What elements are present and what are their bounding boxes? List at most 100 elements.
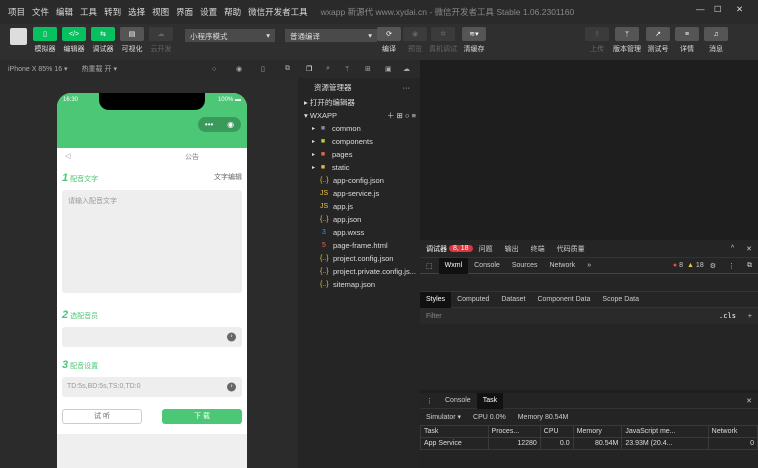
column-header[interactable]: Network [707, 425, 758, 438]
debugger-button[interactable]: ⇆ 调试器 [90, 27, 116, 54]
tab-sources[interactable]: Sources [506, 262, 544, 269]
file-item[interactable]: 5 page-frame.html [298, 239, 420, 252]
tab-console[interactable]: Console [468, 262, 506, 269]
inspect-icon[interactable]: ⬚ [420, 262, 439, 270]
kebab-icon[interactable]: ⋮ [722, 262, 741, 270]
close-button[interactable]: ✕ [736, 4, 743, 15]
add-style-icon[interactable]: + [742, 313, 758, 320]
voice-select[interactable]: › [62, 327, 242, 347]
menu-settings[interactable]: 设置 [200, 6, 217, 18]
file-item[interactable]: JS app-service.js [298, 187, 420, 200]
menu-file[interactable]: 文件 [32, 6, 49, 18]
menu-devtools[interactable]: 微信开发者工具 [248, 6, 308, 18]
listen-button[interactable]: 试 听 [62, 409, 142, 424]
tab-problems[interactable]: 问题 [473, 244, 499, 254]
filter-input[interactable]: Filter [420, 313, 448, 320]
notice-bar[interactable]: ◁ 公告 [57, 148, 247, 166]
column-header[interactable]: Memory [572, 425, 623, 438]
more-icon[interactable]: ••• [205, 120, 213, 129]
save-icon[interactable]: ▣ [385, 65, 392, 73]
file-item[interactable]: ▸ ■ static [298, 161, 420, 174]
menu-view[interactable]: 视图 [152, 6, 169, 18]
simulator-button[interactable]: ▯ 模拟器 [32, 27, 58, 54]
avatar[interactable] [10, 28, 27, 45]
menu-edit[interactable]: 编辑 [56, 6, 73, 18]
file-item[interactable]: {..} app.json [298, 213, 420, 226]
table-row[interactable]: App Service 12280 0.0 80.54M 23.93M (20.4...… [420, 437, 758, 450]
compile-button[interactable]: ⟳ 编译 [376, 27, 402, 54]
file-item[interactable]: ▸ ■ components [298, 135, 420, 148]
files-icon[interactable]: ❐ [306, 65, 312, 73]
file-item[interactable]: {..} app-config.json [298, 174, 420, 187]
minimize-button[interactable]: — [696, 4, 705, 14]
compile-mode-select[interactable]: 普通编译 ▾ [285, 29, 377, 42]
menu-project[interactable]: 项目 [8, 6, 25, 18]
text-edit-link[interactable]: 文字编辑 [214, 172, 242, 184]
collapse-icon[interactable]: ^ [725, 245, 740, 252]
column-header[interactable]: JavaScript me... [621, 425, 709, 438]
file-item[interactable]: 3 app.wxss [298, 226, 420, 239]
close-panel-icon[interactable]: ✕ [740, 245, 758, 253]
column-header[interactable]: Proces... [487, 425, 541, 438]
capsule-button[interactable]: ••• ◉ [198, 117, 241, 132]
cloud-button[interactable]: ☁ 云开发 [148, 27, 174, 54]
tab-console-drawer[interactable]: Console [439, 397, 477, 404]
file-item[interactable]: {..} sitemap.json [298, 278, 420, 291]
device-select[interactable]: iPhone X 85% 16 ▾ [8, 65, 68, 73]
open-editors-section[interactable]: ▸ 打开的编辑器 [298, 96, 420, 109]
close-drawer-icon[interactable]: ✕ [740, 397, 758, 405]
extensions-icon[interactable]: ⊞ [365, 65, 371, 73]
git-icon[interactable]: ᛘ [345, 66, 349, 73]
messages-button[interactable]: ♫ 消息 [703, 27, 729, 54]
menu-goto[interactable]: 转到 [104, 6, 121, 18]
simulator-select[interactable]: Simulator ▾ [420, 413, 467, 421]
test-account-button[interactable]: ↗ 测试号 [645, 27, 671, 54]
menu-tools[interactable]: 工具 [80, 6, 97, 18]
settings-select[interactable]: TD:5s,BD:5s,TS:0,TD:0 › [62, 377, 242, 397]
kebab-icon[interactable]: ⋮ [420, 397, 439, 405]
hot-reload-select[interactable]: 热重载 开 ▾ [82, 64, 117, 74]
editor-button[interactable]: </> 编辑器 [61, 27, 87, 54]
tab-scope-data[interactable]: Scope Data [596, 296, 645, 303]
more-icon[interactable]: ··· [403, 83, 411, 92]
clear-cache-button[interactable]: ≋▾ 清缓存 [461, 27, 487, 54]
tab-component-data[interactable]: Component Data [531, 296, 596, 303]
file-item[interactable]: {..} project.private.config.js... [298, 265, 420, 278]
menu-help[interactable]: 帮助 [224, 6, 241, 18]
phone-icon[interactable]: ▯ [261, 65, 265, 73]
explorer-actions-icon[interactable]: ＋ ⊞ ○ ≡ [387, 110, 416, 121]
upload-button[interactable]: ⇪ 上传 [584, 27, 610, 54]
search-icon[interactable]: ⌕ [326, 65, 330, 73]
preview-button[interactable]: ◉ 预览 [402, 27, 428, 54]
tab-computed[interactable]: Computed [451, 296, 495, 303]
menu-interface[interactable]: 界面 [176, 6, 193, 18]
tab-network[interactable]: Network [544, 262, 582, 269]
visual-button[interactable]: ▤ 可视化 [119, 27, 145, 54]
file-item[interactable]: ▸ ■ common [298, 122, 420, 135]
tab-output[interactable]: 输出 [499, 244, 525, 254]
tab-dataset[interactable]: Dataset [495, 296, 531, 303]
file-item[interactable]: {..} project.config.json [298, 252, 420, 265]
maximize-button[interactable]: ☐ [714, 4, 722, 15]
tab-task[interactable]: Task [476, 392, 504, 409]
tab-wxml[interactable]: Wxml [438, 257, 469, 274]
record-icon[interactable]: ◉ [236, 65, 242, 73]
menu-select[interactable]: 选择 [128, 6, 145, 18]
download-button[interactable]: 下 载 [162, 409, 242, 424]
tab-terminal[interactable]: 终端 [525, 244, 551, 254]
column-header[interactable]: CPU [539, 425, 574, 438]
version-button[interactable]: ᛘ 版本管理 [613, 27, 641, 54]
tab-code-quality[interactable]: 代码质量 [551, 244, 591, 254]
cloud-icon[interactable]: ☁ [403, 65, 410, 73]
gear-icon[interactable]: ⚙ [704, 262, 722, 270]
text-input[interactable]: 请输入配音文字 [62, 190, 242, 293]
more-tabs[interactable]: » [581, 262, 597, 269]
column-header[interactable]: Task [420, 425, 489, 438]
real-debug-button[interactable]: ✲ 真机调试 [429, 27, 457, 54]
file-item[interactable]: ▸ ■ pages [298, 148, 420, 161]
circle-icon[interactable]: ○ [212, 66, 216, 73]
dock-icon[interactable]: ⧉ [741, 262, 758, 270]
file-item[interactable]: JS app.js [298, 200, 420, 213]
details-button[interactable]: ≡ 详情 [674, 27, 700, 54]
tab-styles[interactable]: Styles [420, 291, 452, 308]
